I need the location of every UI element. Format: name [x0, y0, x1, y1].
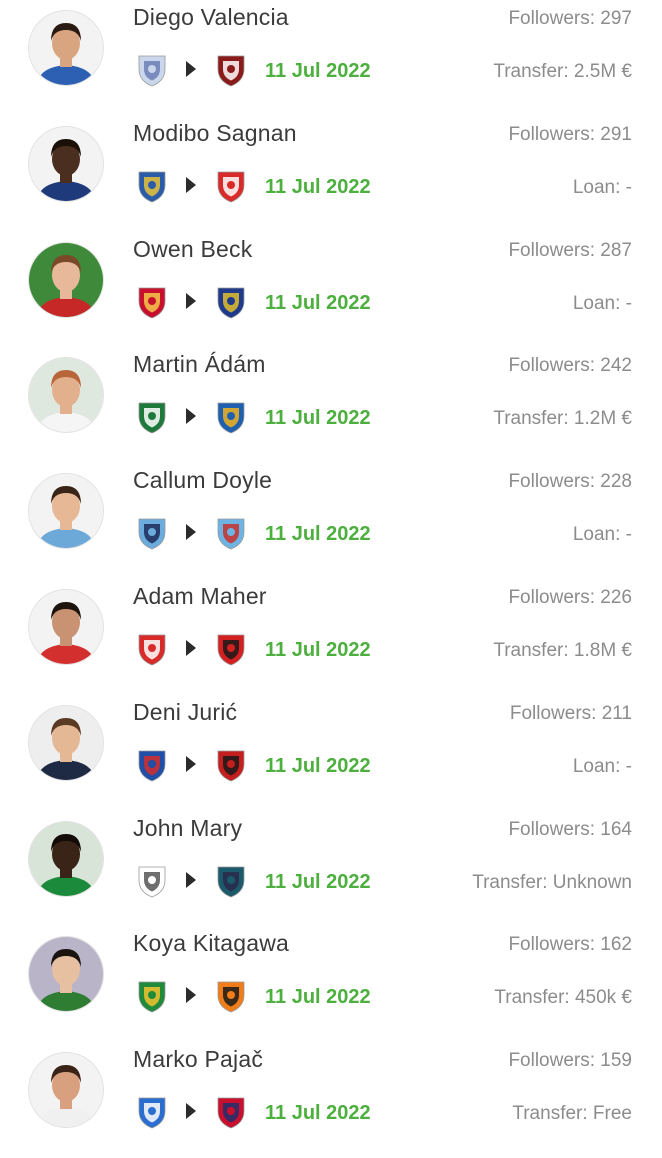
transfer-fee: Transfer: Free — [512, 1103, 632, 1124]
followers-count: Followers: 159 — [508, 1050, 632, 1071]
followers-count: Followers: 226 — [508, 587, 632, 608]
transfer-date: 11 Jul 2022 — [265, 176, 371, 198]
transfer-date: 11 Jul 2022 — [265, 292, 371, 314]
transfer-row[interactable]: Owen Beck Followers: 287 11 Jul 2022 Loa… — [0, 232, 662, 348]
arrow-right-icon — [186, 61, 196, 77]
liverpool-crest-icon[interactable] — [134, 284, 170, 320]
player-avatar[interactable] — [29, 590, 103, 664]
player-name[interactable]: John Mary — [133, 815, 242, 842]
player-avatar[interactable] — [29, 358, 103, 432]
followers-count: Followers: 228 — [508, 471, 632, 492]
genoa-crest-icon[interactable] — [213, 1094, 249, 1130]
brescia-crest-icon[interactable] — [134, 1094, 170, 1130]
player-name[interactable]: Koya Kitagawa — [133, 930, 289, 957]
rapid-wien-crest-icon[interactable] — [134, 978, 170, 1014]
player-name[interactable]: Deni Jurić — [133, 699, 237, 726]
transfer-row[interactable]: Martin Ádám Followers: 242 11 Jul 2022 T… — [0, 347, 662, 463]
transfer-row[interactable]: Diego Valencia Followers: 297 11 Jul 202… — [0, 0, 662, 116]
coventry-city-crest-icon[interactable] — [213, 515, 249, 551]
transfer-date: 11 Jul 2022 — [265, 871, 371, 893]
arrow-right-icon — [186, 756, 196, 772]
player-name[interactable]: Martin Ádám — [133, 351, 266, 378]
transfer-fee: Loan: - — [572, 756, 632, 777]
player-name[interactable]: Callum Doyle — [133, 467, 272, 494]
transfer-row[interactable]: Adam Maher Followers: 226 11 Jul 2022 Tr… — [0, 579, 662, 695]
arrow-right-icon — [186, 293, 196, 309]
arrow-right-icon — [186, 408, 196, 424]
salernitana-crest-icon[interactable] — [213, 52, 249, 88]
transfer-date: 11 Jul 2022 — [265, 407, 371, 429]
fatih-karagumruk-crest-icon[interactable] — [213, 631, 249, 667]
dinamo-zagreb-crest-icon[interactable] — [134, 747, 170, 783]
followers-count: Followers: 164 — [508, 819, 632, 840]
ulsan-hyundai-crest-icon[interactable] — [213, 399, 249, 435]
arrow-right-icon — [186, 1103, 196, 1119]
followers-count: Followers: 242 — [508, 355, 632, 376]
arrow-right-icon — [186, 177, 196, 193]
transfer-row[interactable]: John Mary Followers: 164 11 Jul 2022 Tra… — [0, 811, 662, 927]
player-name[interactable]: Diego Valencia — [133, 4, 289, 31]
player-avatar[interactable] — [29, 822, 103, 896]
transfer-row[interactable]: Deni Jurić Followers: 211 11 Jul 2022 Lo… — [0, 695, 662, 811]
transfer-fee: Transfer: Unknown — [472, 872, 632, 893]
alki-oroklini-crest-icon[interactable] — [134, 863, 170, 899]
arrow-right-icon — [186, 524, 196, 540]
fc-utrecht-crest-icon[interactable] — [213, 168, 249, 204]
transfer-list: Diego Valencia Followers: 297 11 Jul 202… — [0, 0, 662, 1143]
manchester-city-crest-icon[interactable] — [134, 515, 170, 551]
player-avatar[interactable] — [29, 1053, 103, 1127]
followers-count: Followers: 162 — [508, 934, 632, 955]
transfer-date: 11 Jul 2022 — [265, 639, 371, 661]
arrow-right-icon — [186, 987, 196, 1003]
transfer-row[interactable]: Koya Kitagawa Followers: 162 11 Jul 2022… — [0, 926, 662, 1042]
shimizu-s-pulse-crest-icon[interactable] — [213, 978, 249, 1014]
transfer-fee: Transfer: 1.8M € — [493, 640, 632, 661]
transfer-fee: Loan: - — [572, 177, 632, 198]
player-avatar[interactable] — [29, 243, 103, 317]
transfer-fee: Loan: - — [572, 524, 632, 545]
transfer-row[interactable]: Marko Pajač Followers: 159 11 Jul 2022 T… — [0, 1042, 662, 1158]
transfer-date: 11 Jul 2022 — [265, 1102, 371, 1124]
transfer-fee: Loan: - — [572, 293, 632, 314]
player-name[interactable]: Owen Beck — [133, 236, 252, 263]
transfer-row[interactable]: Modibo Sagnan Followers: 291 11 Jul 2022… — [0, 116, 662, 232]
transfer-fee: Transfer: 1.2M € — [493, 408, 632, 429]
player-name[interactable]: Marko Pajač — [133, 1046, 263, 1073]
transfer-fee: Transfer: 2.5M € — [493, 61, 632, 82]
transfer-date: 11 Jul 2022 — [265, 755, 371, 777]
player-avatar[interactable] — [29, 706, 103, 780]
player-avatar[interactable] — [29, 11, 103, 85]
player-avatar[interactable] — [29, 937, 103, 1011]
paksi-fc-crest-icon[interactable] — [134, 399, 170, 435]
fc-utrecht-crest-icon[interactable] — [134, 631, 170, 667]
player-name[interactable]: Modibo Sagnan — [133, 120, 297, 147]
player-avatar[interactable] — [29, 474, 103, 548]
arrow-right-icon — [186, 640, 196, 656]
avispa-fukuoka-crest-icon[interactable] — [213, 863, 249, 899]
arrow-right-icon — [186, 872, 196, 888]
followers-count: Followers: 291 — [508, 124, 632, 145]
transfer-date: 11 Jul 2022 — [265, 523, 371, 545]
real-sociedad-crest-icon[interactable] — [134, 168, 170, 204]
player-avatar[interactable] — [29, 127, 103, 201]
transfer-row[interactable]: Callum Doyle Followers: 228 11 Jul 2022 … — [0, 463, 662, 579]
transfer-date: 11 Jul 2022 — [265, 60, 371, 82]
fc-famalicao-crest-icon[interactable] — [213, 284, 249, 320]
bodrumspor-crest-icon[interactable] — [213, 747, 249, 783]
transfer-fee: Transfer: 450k € — [494, 987, 632, 1008]
followers-count: Followers: 297 — [508, 8, 632, 29]
universidad-catolica-crest-icon[interactable] — [134, 52, 170, 88]
transfer-date: 11 Jul 2022 — [265, 986, 371, 1008]
followers-count: Followers: 211 — [509, 703, 632, 724]
followers-count: Followers: 287 — [508, 240, 632, 261]
player-name[interactable]: Adam Maher — [133, 583, 267, 610]
